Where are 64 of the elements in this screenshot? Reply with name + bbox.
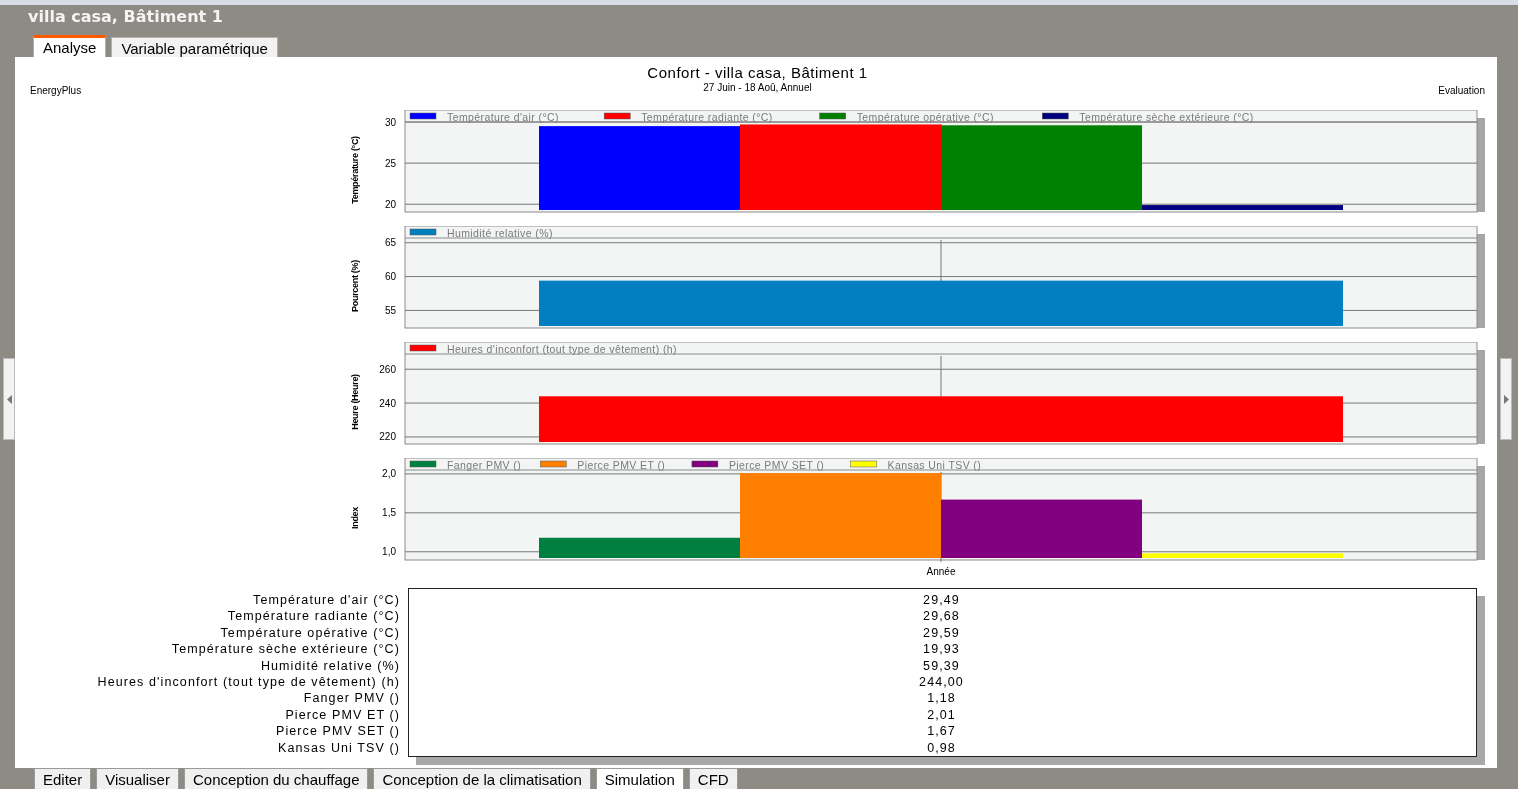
summary-label: Température radiante (°C) xyxy=(227,608,400,625)
tick-label: 2,0 xyxy=(382,468,396,480)
category-label: Année xyxy=(926,566,956,577)
report-title: Confort - villa casa, Bâtiment 1 xyxy=(647,64,868,81)
summary-value: 2,01 xyxy=(927,706,956,724)
legend-label: Pierce PMV ET () xyxy=(577,458,666,471)
tab[interactable]: Conception de la climatisation xyxy=(373,768,591,789)
summary-label: Pierce PMV SET () xyxy=(275,723,400,740)
tab[interactable]: Visualiser xyxy=(96,768,179,789)
axis-title: Heure (Heure) xyxy=(350,374,360,430)
tab[interactable]: Variable paramétrique xyxy=(111,37,278,57)
summary-value: 29,68 xyxy=(923,608,960,625)
summary-label: Pierce PMV ET () xyxy=(285,706,400,724)
legend-label: Température radiante (°C) xyxy=(641,110,773,123)
legend-label: Température opérative (°C) xyxy=(856,110,994,123)
source-label: EnergyPlus xyxy=(30,85,83,98)
legend-label: Kansas Uni TSV () xyxy=(887,458,982,471)
legend-label: Humidité relative (%) xyxy=(447,226,553,239)
axis-title: Index xyxy=(350,507,360,529)
tab[interactable]: CFD xyxy=(688,768,738,789)
legend-label: Heures d'inconfort (tout type de vêtement) (h) xyxy=(447,342,677,355)
tick-label: 65 xyxy=(384,237,396,249)
window-title: villa casa, Bâtiment 1 xyxy=(27,6,224,28)
summary-value: 29,59 xyxy=(923,624,960,642)
tab[interactable]: Conception du chauffage xyxy=(183,768,369,789)
tab[interactable]: Simulation xyxy=(595,768,684,789)
summary-value: 1,67 xyxy=(927,723,956,740)
axis-title: Température (°C) xyxy=(350,136,360,204)
tick-label: 55 xyxy=(384,304,396,316)
collapse-handle[interactable] xyxy=(3,358,15,440)
tick-label: 260 xyxy=(379,363,396,375)
tick-label: 220 xyxy=(379,431,396,443)
summary-label: Kansas Uni TSV () xyxy=(278,739,400,757)
right-triangle-icon xyxy=(1503,394,1509,404)
summary-value: 29,49 xyxy=(923,592,960,609)
summary-label: Humidité relative (%) xyxy=(260,657,400,675)
summary-label: Fanger PMV () xyxy=(303,690,400,707)
tab[interactable]: Analyse xyxy=(33,35,107,57)
axis-title: Pourcent (%) xyxy=(350,260,360,312)
summary-value: 244,00 xyxy=(919,674,964,691)
tick-label: 1,5 xyxy=(382,507,396,519)
summary-label: Température opérative (°C) xyxy=(220,624,400,642)
summary-label: Température sèche extérieure (°C) xyxy=(171,641,400,658)
legend-label: Fanger PMV () xyxy=(447,458,522,471)
summary-value: 0,98 xyxy=(927,739,956,757)
tick-label: 20 xyxy=(384,198,396,210)
report-subtitle: 27 Juin - 18 Aoû, Annuel xyxy=(703,82,812,93)
summary-label: Heures d'inconfort (tout type de vêtement) (h) xyxy=(97,674,400,691)
legend-label: Pierce PMV SET () xyxy=(728,458,825,471)
summary-label: Température d'air (°C) xyxy=(253,592,400,609)
expand-handle[interactable] xyxy=(1500,358,1512,440)
tick-label: 30 xyxy=(384,116,396,128)
legend-label: Température d'air (°C) xyxy=(447,110,559,123)
tab[interactable]: Editer xyxy=(34,768,92,789)
summary-value: 59,39 xyxy=(923,657,960,675)
mode-label: Evaluation xyxy=(1438,85,1485,98)
legend-label: Température sèche extérieure (°C) xyxy=(1079,110,1254,123)
tick-label: 1,0 xyxy=(382,546,396,558)
summary-value: 1,18 xyxy=(927,690,956,707)
tick-label: 60 xyxy=(384,271,396,283)
summary-value: 19,93 xyxy=(923,641,960,658)
tick-label: 240 xyxy=(379,397,396,409)
tick-label: 25 xyxy=(384,157,396,169)
left-triangle-icon xyxy=(6,394,12,404)
